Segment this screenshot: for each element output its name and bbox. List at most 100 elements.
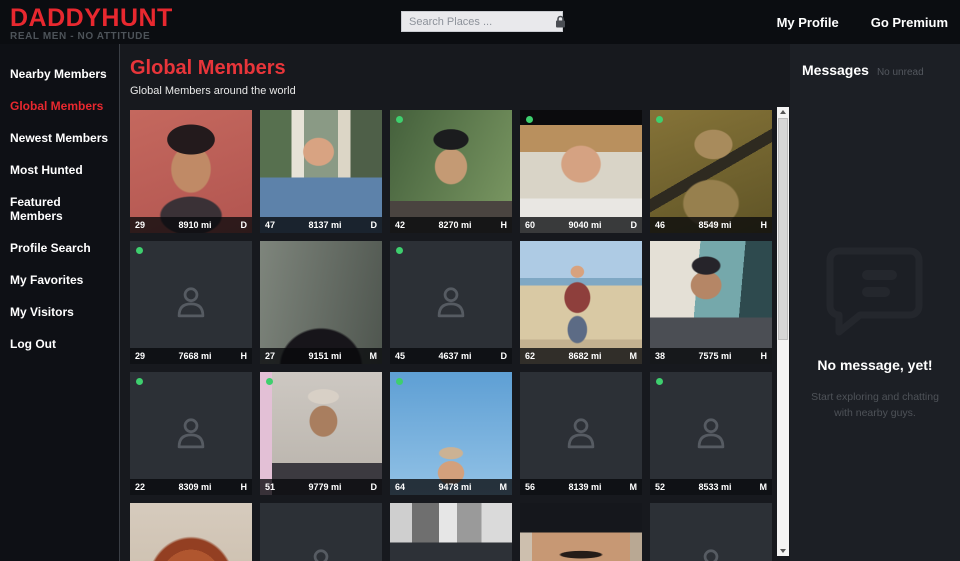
member-card[interactable]: 228309 miH [130,372,252,495]
scroll-up-button[interactable] [777,107,789,117]
online-indicator [136,247,143,254]
member-distance: 8309 mi [155,482,235,492]
member-card[interactable]: 528533 miM [650,372,772,495]
sidebar-item-newest-members[interactable]: Newest Members [0,122,119,154]
member-distance: 4637 mi [415,351,495,361]
page-title: Global Members [130,57,790,80]
member-age: 29 [135,351,155,361]
messages-unread-status: No unread [877,67,924,78]
member-label-bar: 609040 miD [520,217,642,233]
sidebar-item-nearby-members[interactable]: Nearby Members [0,58,119,90]
member-type-badge: M [755,482,767,492]
member-distance: 8139 mi [545,482,625,492]
member-photo [130,110,252,233]
member-label-bar: 454637 miD [390,348,512,364]
member-card[interactable]: 568139 miM [520,372,642,495]
member-type-badge: H [755,351,767,361]
online-indicator [656,116,663,123]
member-age: 46 [655,220,675,230]
member-age: 52 [655,482,675,492]
member-card[interactable] [130,503,252,561]
member-distance: 9040 mi [545,220,625,230]
member-type-badge: M [365,351,377,361]
member-label-bar: 568139 miM [520,479,642,495]
member-card[interactable]: 649478 miM [390,372,512,495]
member-card[interactable]: 628682 miM [520,241,642,364]
top-nav: My Profile Go Premium [777,0,960,30]
member-photo-placeholder [520,372,642,495]
member-card[interactable] [390,503,512,561]
member-card[interactable]: 478137 miD [260,110,382,233]
member-age: 29 [135,220,155,230]
member-label-bar: 468549 miH [650,217,772,233]
my-profile-link[interactable]: My Profile [777,15,839,30]
scroll-down-button[interactable] [777,546,789,556]
member-photo [650,241,772,364]
member-age: 62 [525,351,545,361]
member-distance: 8910 mi [155,220,235,230]
go-premium-link[interactable]: Go Premium [871,15,948,30]
member-type-badge: H [755,220,767,230]
sidebar-item-my-favorites[interactable]: My Favorites [0,264,119,296]
sidebar-item-global-members[interactable]: Global Members [0,90,119,122]
page-subtitle: Global Members around the world [130,85,790,97]
messages-title: Messages [802,62,869,78]
member-photo [650,110,772,233]
chat-bubble-icon [825,244,925,343]
search-places-input[interactable] [402,16,555,28]
member-card[interactable]: 387575 miH [650,241,772,364]
lock-icon [555,15,570,28]
online-indicator [656,378,663,385]
messages-empty-subtitle: Start exploring and chatting with nearby… [804,389,946,422]
member-type-badge: M [625,482,637,492]
online-indicator [396,378,403,385]
online-indicator [526,116,533,123]
member-card[interactable]: 609040 miD [520,110,642,233]
member-card[interactable] [520,503,642,561]
member-photo [260,110,382,233]
messages-empty-state: No message, yet! Start exploring and cha… [802,244,948,422]
member-card[interactable] [650,503,772,561]
member-card[interactable]: 454637 miD [390,241,512,364]
member-type-badge: H [235,482,247,492]
logo-block: DADDYHUNT REAL MEN - NO ATTITUDE [0,0,173,42]
member-distance: 9779 mi [285,482,365,492]
member-card[interactable]: 297668 miH [130,241,252,364]
member-card[interactable]: 468549 miH [650,110,772,233]
member-label-bar: 428270 miH [390,217,512,233]
member-distance: 9478 mi [415,482,495,492]
sidebar-item-log-out[interactable]: Log Out [0,328,119,360]
app-logo[interactable]: DADDYHUNT [10,7,173,29]
member-card[interactable]: 298910 miD [130,110,252,233]
scrollbar-thumb[interactable] [778,118,788,340]
member-type-badge: M [495,482,507,492]
member-card[interactable]: 428270 miH [390,110,512,233]
member-photo [520,110,642,233]
search-places-box[interactable] [401,11,563,32]
sidebar-item-my-visitors[interactable]: My Visitors [0,296,119,328]
member-age: 27 [265,351,285,361]
members-grid: 298910 miD478137 miD428270 miH609040 miD… [130,110,790,561]
arrow-up-icon [780,110,786,114]
member-type-badge: D [495,351,507,361]
member-photo [520,503,642,561]
member-card[interactable] [260,503,382,561]
sidebar-item-profile-search[interactable]: Profile Search [0,232,119,264]
member-photo [390,503,512,561]
sidebar-item-most-hunted[interactable]: Most Hunted [0,154,119,186]
member-photo-placeholder [260,503,382,561]
member-card[interactable]: 279151 miM [260,241,382,364]
sidebar-item-featured-members[interactable]: Featured Members [0,186,119,232]
member-photo-placeholder [130,372,252,495]
vertical-scrollbar[interactable] [777,107,789,556]
member-distance: 7575 mi [675,351,755,361]
member-age: 60 [525,220,545,230]
member-card[interactable]: 519779 miD [260,372,382,495]
messages-header: Messages No unread [802,62,948,78]
member-photo [520,241,642,364]
member-label-bar: 528533 miM [650,479,772,495]
app-tagline: REAL MEN - NO ATTITUDE [10,31,173,42]
member-photo-placeholder [390,241,512,364]
member-age: 56 [525,482,545,492]
online-indicator [396,116,403,123]
